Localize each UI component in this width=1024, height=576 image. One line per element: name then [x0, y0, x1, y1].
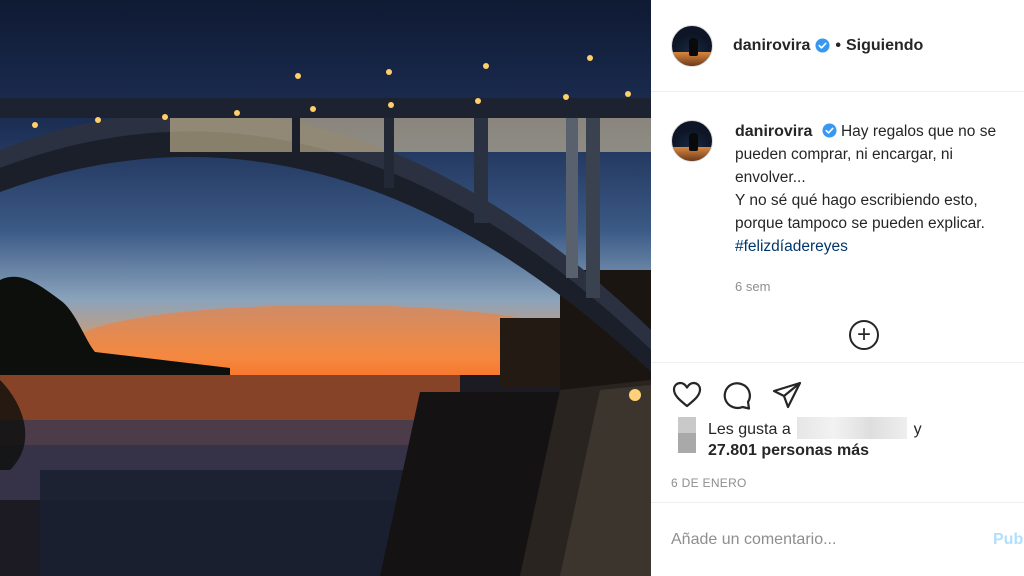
caption-line: Y no sé qué hago escribiendo esto, [735, 192, 978, 209]
paper-plane-icon[interactable] [771, 379, 803, 411]
caption-line: pueden comprar, ni encargar, ni [735, 146, 953, 163]
likes-text: Les gusta a y 27.801 personas más [708, 417, 922, 461]
bridge-sunset-image [0, 55, 651, 576]
avatar-blur-bottom [678, 433, 696, 453]
post-side-panel: danirovira • Siguiendo danirovira Hay re… [651, 0, 1024, 576]
likes-count[interactable]: 27.801 personas más [708, 442, 869, 459]
add-comment-bar: Publicar [651, 502, 1024, 576]
post-date[interactable]: 6 DE ENERO [671, 476, 747, 490]
follow-status-button[interactable]: Siguiendo [846, 37, 923, 55]
caption-time-ago[interactable]: 6 sem [735, 275, 1024, 298]
likes-summary[interactable]: Les gusta a y 27.801 personas más [671, 417, 922, 461]
caption-line: Hay regalos que no se [840, 123, 997, 140]
likes-prefix: Les gusta a [708, 421, 791, 438]
caption-comment: danirovira Hay regalos que no se pueden … [671, 120, 1024, 298]
load-more-comments-button[interactable]: + [849, 320, 879, 350]
liker-avatar [671, 417, 697, 457]
comment-input[interactable] [671, 525, 961, 555]
caption-text: danirovira Hay regalos que no se pueden … [735, 120, 1024, 298]
comment-bubble-icon[interactable] [721, 379, 753, 411]
plus-circle-icon: + [856, 321, 871, 348]
caption-line: porque tampoco se pueden explicar. [735, 215, 985, 232]
post-header: danirovira • Siguiendo [651, 0, 1024, 92]
post-photo[interactable] [0, 0, 651, 576]
publish-button[interactable]: Publicar [993, 531, 1024, 549]
avatar[interactable] [671, 24, 713, 67]
caption-line: envolver... [735, 169, 806, 186]
avatar[interactable] [671, 120, 713, 162]
separator-dot: • [835, 36, 841, 54]
avatar-blur-top [678, 417, 696, 433]
hashtag-link[interactable]: #felizdíadereyes [735, 235, 1024, 258]
heart-icon[interactable] [671, 379, 703, 411]
action-icons [671, 379, 803, 411]
post-actions: Les gusta a y 27.801 personas más 6 DE E… [651, 362, 1024, 502]
likes-and: y [913, 421, 922, 438]
blurred-username [797, 417, 908, 439]
verified-badge-icon [815, 38, 830, 53]
username-link[interactable]: danirovira [733, 37, 810, 55]
verified-badge-icon [822, 123, 837, 138]
caption-username-link[interactable]: danirovira [735, 123, 812, 140]
